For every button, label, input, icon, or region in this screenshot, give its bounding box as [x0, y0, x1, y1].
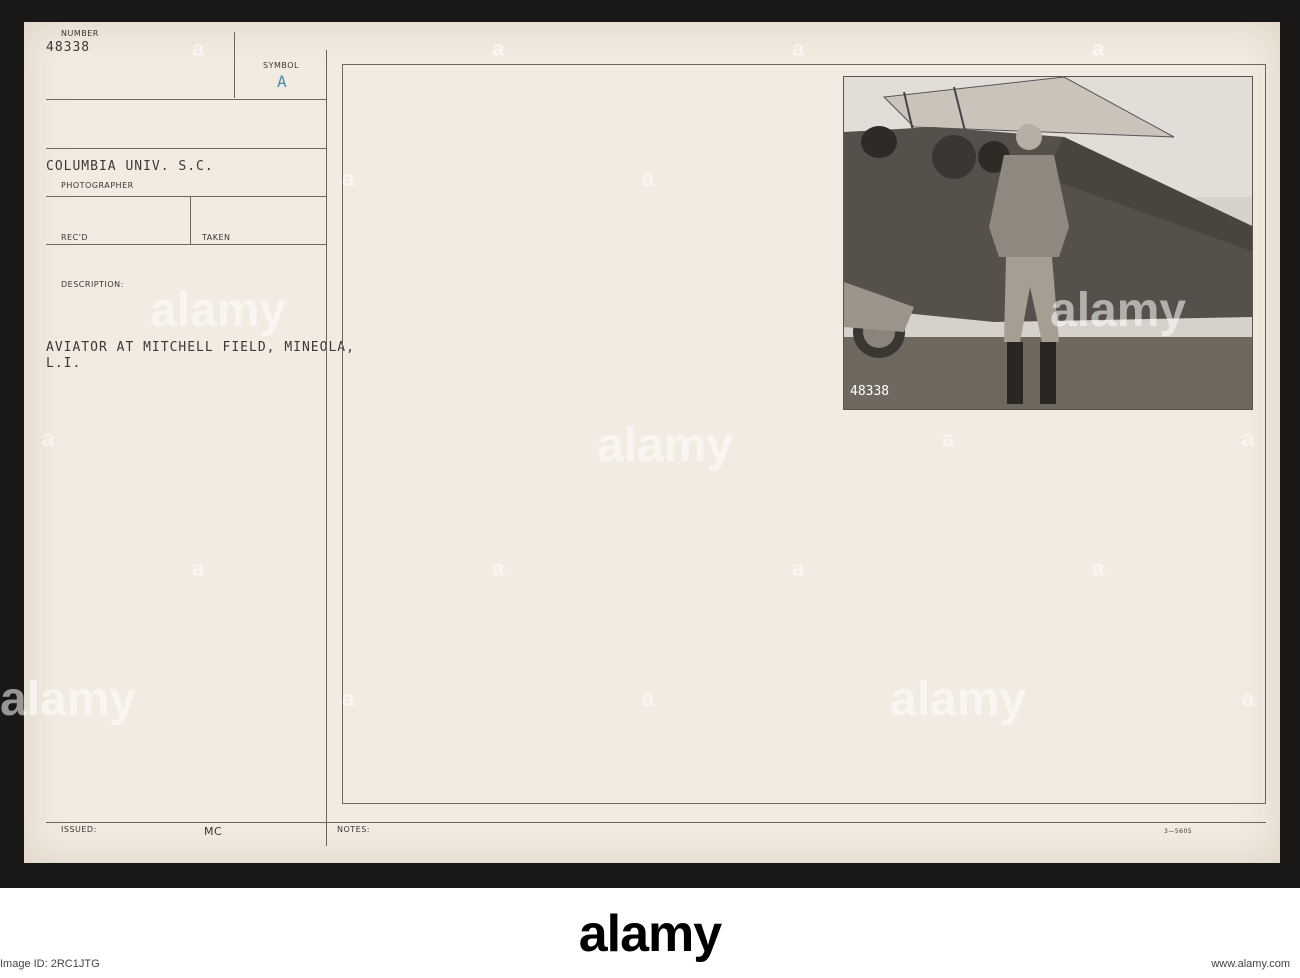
recd-label: REC'D	[61, 233, 89, 242]
taken-label: TAKEN	[202, 233, 231, 242]
watermark-a-7: a	[42, 426, 55, 451]
description-line-1: AVIATOR AT MITCHELL FIELD, MINEOLA,	[46, 340, 355, 355]
watermark-a-3: a	[792, 36, 805, 61]
left-column-divider	[326, 50, 327, 846]
number-underline	[46, 99, 326, 100]
number-label: NUMBER	[61, 29, 99, 38]
recd-underline	[46, 244, 326, 245]
watermark-a-9: a	[1242, 426, 1255, 451]
watermark-alamy-4: alamy	[0, 673, 137, 726]
symbol-label: SYMBOL	[263, 61, 299, 70]
photographer-label: PHOTOGRAPHER	[61, 181, 134, 190]
photographer-overline	[46, 148, 326, 149]
photographer-underline	[46, 196, 326, 197]
watermark-a-11: a	[492, 556, 505, 581]
form-number: 3—5605	[1164, 828, 1193, 835]
alamy-logo: alamy	[578, 905, 722, 963]
watermark-alamy-1: alamy	[150, 284, 287, 337]
watermark-a-2: a	[492, 36, 505, 61]
watermark-a-8: a	[942, 426, 955, 451]
recd-divider	[190, 196, 191, 244]
watermark-a-14: a	[342, 686, 355, 711]
watermark-a-1: a	[192, 36, 205, 61]
watermark-a-10: a	[192, 556, 205, 581]
watermark-alamy-5: alamy	[890, 673, 1027, 726]
watermark-a-13: a	[1092, 556, 1105, 581]
issued-label: ISSUED:	[61, 825, 97, 834]
watermark-a-4: a	[1092, 36, 1105, 61]
description-line-2: L.I.	[46, 356, 82, 371]
watermark-a-16: a	[1242, 686, 1255, 711]
bottom-rule	[46, 822, 1266, 823]
watermark-a-6: a	[642, 166, 655, 191]
watermark-a-15: a	[642, 686, 655, 711]
issued-value: MC	[204, 825, 223, 838]
number-divider	[234, 32, 235, 98]
symbol-value: A	[277, 72, 287, 91]
watermark-alamy-2: alamy	[597, 419, 734, 472]
watermark-a-5: a	[342, 166, 355, 191]
number-value: 48338	[46, 40, 91, 55]
watermark-a-12: a	[792, 556, 805, 581]
notes-label: NOTES:	[337, 825, 370, 834]
site-url: www.alamy.com	[1211, 958, 1290, 970]
photo-caption-number: 48338	[850, 384, 889, 399]
watermark-alamy-3: alamy	[1050, 284, 1187, 337]
aviator-photograph: 48338	[843, 76, 1253, 410]
image-id: Image ID: 2RC1JTG	[0, 958, 100, 970]
description-label: DESCRIPTION:	[61, 280, 124, 289]
photographer-value: COLUMBIA UNIV. S.C.	[46, 159, 214, 174]
photo-illustration: 48338	[844, 77, 1252, 409]
